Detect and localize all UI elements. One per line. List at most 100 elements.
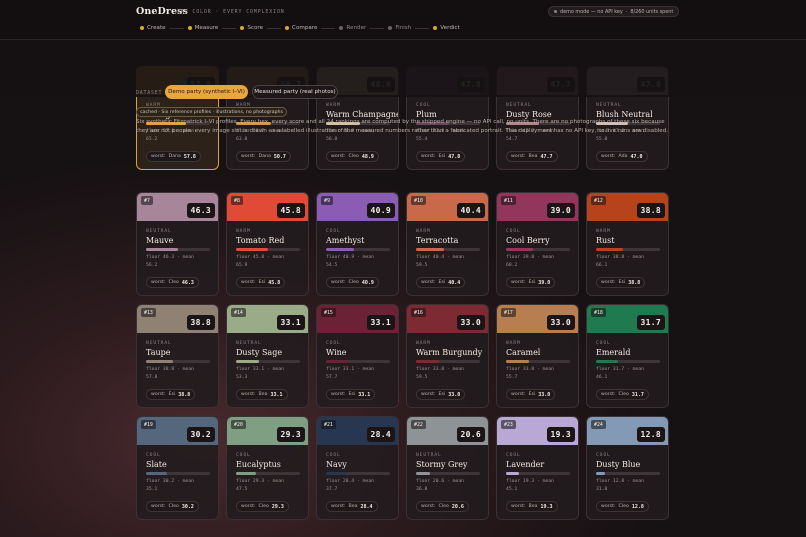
color-card[interactable]: #23 19.3 COOL Lavender floor 19.3 · mean 45.… xyxy=(496,416,579,520)
floor-mean-stat: floor 39.0 · mean 60.2 xyxy=(506,255,554,268)
color-family: WARM xyxy=(416,229,431,234)
step-verdict[interactable]: Verdict xyxy=(433,25,460,31)
score-badge: 29.3 xyxy=(276,427,305,442)
worst-name: Cleo xyxy=(438,504,449,509)
step-separator xyxy=(415,27,430,29)
color-card[interactable]: #21 28.4 COOL Navy floor 28.4 · mean 37.7 wor… xyxy=(316,416,399,520)
color-card[interactable]: #16 33.0 WARM Warm Burgundy floor 33.0 · mea… xyxy=(406,304,489,408)
color-family: WARM xyxy=(416,341,431,346)
score-badge: 38.8 xyxy=(186,315,215,330)
dataset-label: DATASET xyxy=(136,90,163,96)
color-card[interactable]: #8 45.8 WARM Tomato Red floor 45.8 · mean 65… xyxy=(226,192,309,296)
cached-badge: cached · Six reference profiles · illust… xyxy=(136,107,287,117)
color-card[interactable]: #22 20.6 NEUTRAL Stormy Grey floor 20.6 · me… xyxy=(406,416,489,520)
score-badge: 45.8 xyxy=(276,203,305,218)
color-name: Eucalyptus xyxy=(236,460,281,469)
worst-badge: worst: Dana 57.8 xyxy=(146,151,201,162)
step-compare[interactable]: Compare xyxy=(285,25,317,31)
rank-badge: #17 xyxy=(501,308,516,317)
color-card[interactable]: #14 33.1 NEUTRAL Dusty Sage floor 33.1 · mea… xyxy=(226,304,309,408)
color-name: Tomato Red xyxy=(236,236,285,245)
score-bar xyxy=(506,248,570,251)
score-badge: 38.8 xyxy=(636,203,665,218)
color-name: Mauve xyxy=(146,236,174,245)
color-card[interactable]: #17 33.0 WARM Caramel floor 33.0 · mean 55.7… xyxy=(496,304,579,408)
score-bar-fill xyxy=(506,248,533,251)
worst-label: worst: xyxy=(511,504,526,509)
step-label: Score xyxy=(247,25,264,31)
score-badge: 19.3 xyxy=(546,427,575,442)
color-card[interactable]: #24 12.8 COOL Dusty Blue floor 12.8 · mean 3… xyxy=(586,416,669,520)
color-card[interactable]: #9 40.9 COOL Amethyst floor 40.9 · mean 54.5… xyxy=(316,192,399,296)
worst-badge: worst: Esi 33.1 xyxy=(326,389,376,400)
color-card[interactable]: #13 38.8 NEUTRAL Taupe floor 38.8 · mean 57.… xyxy=(136,304,219,408)
floor-mean-stat: floor 45.8 · mean 65.9 xyxy=(236,255,284,268)
step-finish[interactable]: Finish xyxy=(388,25,411,31)
demo-mode-text: demo mode — no API key xyxy=(560,8,623,15)
color-card[interactable]: #18 31.7 COOL Emerald floor 31.7 · mean 46.1… xyxy=(586,304,669,408)
worst-score: 29.3 xyxy=(271,503,284,510)
score-badge: 12.8 xyxy=(636,427,665,442)
worst-score: 38.8 xyxy=(628,279,641,286)
score-badge: 31.7 xyxy=(636,315,665,330)
step-measure[interactable]: Measure xyxy=(187,25,218,31)
worst-badge: worst: Esi 33.0 xyxy=(416,389,466,400)
step-label: Render xyxy=(346,25,367,31)
color-card[interactable]: #11 39.0 COOL Cool Berry floor 39.0 · mean 6… xyxy=(496,192,579,296)
worst-label: worst: xyxy=(331,154,346,159)
worst-badge: worst: Esi 38.8 xyxy=(146,389,196,400)
worst-score: 20.6 xyxy=(451,503,464,510)
step-score[interactable]: Score xyxy=(240,25,263,31)
app-tagline: SAC COLOR · EVERY COMPLEXION xyxy=(177,9,285,15)
floor-mean-stat: floor 19.3 · mean 45.1 xyxy=(506,479,554,492)
worst-name: Esi xyxy=(258,280,266,285)
worst-label: worst: xyxy=(601,504,616,509)
worst-badge: worst: Cleo 40.9 xyxy=(326,277,379,288)
worst-badge: worst: Esi 39.0 xyxy=(506,277,556,288)
color-card[interactable]: #7 46.3 NEUTRAL Mauve floor 46.3 · mean 56.2… xyxy=(136,192,219,296)
worst-label: worst: xyxy=(421,280,436,285)
color-card[interactable]: #12 38.8 WARM Rust floor 38.8 · mean 66.1 wor… xyxy=(586,192,669,296)
worst-badge: worst: Esi 33.0 xyxy=(506,389,556,400)
color-card[interactable]: #20 29.3 COOL Eucalyptus floor 29.3 · mean 4… xyxy=(226,416,309,520)
score-badge: 33.0 xyxy=(546,315,575,330)
step-label: Verdict xyxy=(440,25,460,31)
score-badge: 46.3 xyxy=(186,203,215,218)
step-separator xyxy=(222,27,237,29)
color-family: COOL xyxy=(236,453,251,458)
color-card[interactable]: #10 40.4 WARM Terracotta floor 40.4 · mean 5… xyxy=(406,192,489,296)
rank-badge: #7 xyxy=(141,196,153,205)
score-bar xyxy=(146,360,210,363)
rank-badge: #15 xyxy=(321,308,336,317)
step-label: Create xyxy=(147,25,166,31)
measured-party-button[interactable]: Measured party (real photos) xyxy=(252,85,338,99)
step-dot-icon xyxy=(433,26,438,30)
score-bar xyxy=(146,248,210,251)
step-create[interactable]: Create xyxy=(140,25,166,31)
worst-label: worst: xyxy=(241,154,256,159)
worst-name: Esi xyxy=(168,392,176,397)
worst-badge: worst: Cleo 46.3 xyxy=(146,277,199,288)
worst-score: 47.0 xyxy=(630,153,643,160)
worst-score: 33.1 xyxy=(358,391,371,398)
color-card[interactable]: #15 33.1 COOL Wine floor 33.1 · mean 57.7 wor… xyxy=(316,304,399,408)
dataset-note: Six synthetic Fitzpatrick I–VI profiles.… xyxy=(136,119,669,134)
worst-label: worst: xyxy=(331,392,346,397)
demo-mode-badge: demo mode — no API key · 8/260 units spe… xyxy=(548,6,680,17)
demo-party-button[interactable]: Demo party (synthetic I–VI) xyxy=(165,85,248,99)
color-card[interactable]: #19 30.2 COOL Slate floor 30.2 · mean 35.1 wo… xyxy=(136,416,219,520)
worst-badge: worst: Bea 19.3 xyxy=(506,501,558,512)
score-badge: 20.6 xyxy=(456,427,485,442)
worst-score: 40.9 xyxy=(361,279,374,286)
score-bar-fill xyxy=(506,472,520,475)
worst-badge: worst: Cleo 30.2 xyxy=(146,501,199,512)
worst-badge: worst: Bea 33.1 xyxy=(236,389,288,400)
floor-mean-stat: floor 46.3 · mean 56.2 xyxy=(146,255,194,268)
score-bar-fill xyxy=(596,472,605,475)
step-render[interactable]: Render xyxy=(339,25,366,31)
worst-badge: worst: Bea 47.7 xyxy=(506,151,558,162)
worst-label: worst: xyxy=(151,154,166,159)
score-bar xyxy=(506,472,570,475)
score-bar-fill xyxy=(326,360,349,363)
floor-mean-stat: floor 38.8 · mean 57.8 xyxy=(146,367,194,380)
